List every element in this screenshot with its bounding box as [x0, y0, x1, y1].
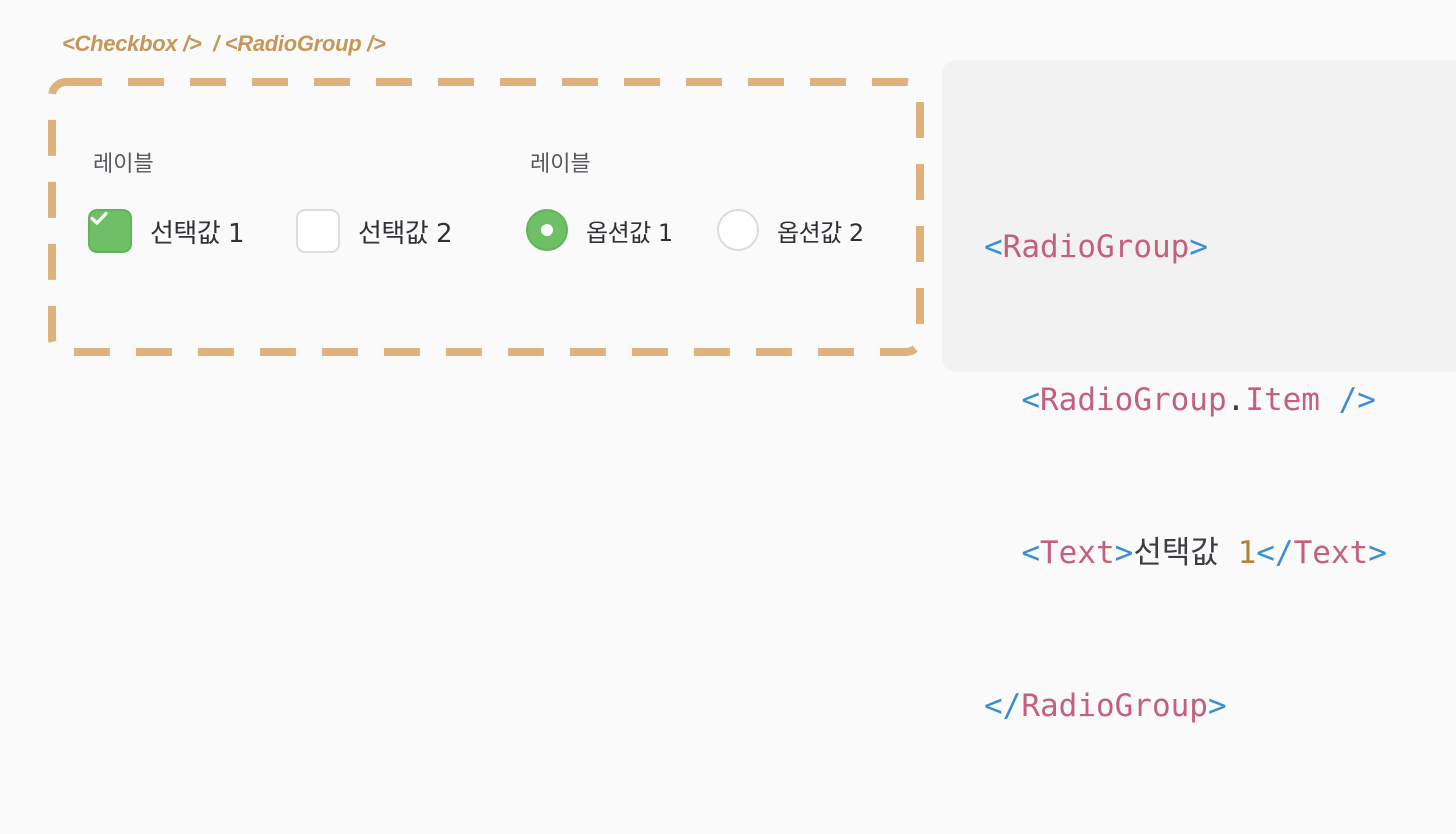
check-icon: [90, 211, 108, 225]
code-number: 1: [1237, 535, 1257, 571]
radio-dot-icon: [541, 224, 553, 236]
code-punct: <: [984, 229, 1003, 265]
radio-option-1-label: 옵션값 1: [586, 218, 673, 247]
code-line-4: </RadioGroup>: [984, 681, 1387, 732]
code-punct: </: [1256, 535, 1294, 571]
code-punct: />: [1319, 382, 1376, 418]
code-tag: Text: [1040, 535, 1115, 571]
code-snippet: <RadioGroup> <RadioGroup.Item /> <Text>선…: [984, 120, 1387, 834]
radio-group-label: 레이블: [530, 152, 591, 177]
code-punct: <: [1021, 535, 1040, 571]
checkbox-option-1[interactable]: 선택값 1: [88, 209, 245, 253]
code-punct: >: [1368, 535, 1387, 571]
radio-option-1[interactable]: 옵션값 1: [526, 209, 673, 251]
code-punct: >: [1114, 535, 1134, 571]
code-tag: RadioGroup: [1021, 688, 1208, 724]
code-tag: RadioGroup: [1002, 229, 1190, 265]
code-line-1: <RadioGroup>: [984, 222, 1387, 273]
code-punct: <: [1021, 382, 1040, 418]
code-line-2: <RadioGroup.Item />: [984, 375, 1387, 426]
checkbox-option-1-label: 선택값 1: [150, 218, 245, 249]
checkbox-group-label: 레이블: [93, 152, 154, 177]
code-punct: >: [1189, 229, 1208, 265]
radio-selected[interactable]: [526, 209, 568, 251]
code-punct: </: [984, 688, 1022, 724]
radio-unselected[interactable]: [717, 209, 759, 251]
code-dot: .: [1226, 382, 1246, 418]
code-punct: >: [1207, 688, 1227, 724]
radio-option-2-label: 옵션값 2: [777, 218, 864, 247]
checkbox-unchecked[interactable]: [296, 209, 340, 253]
code-line-3: <Text>선택값 1</Text>: [984, 528, 1387, 579]
code-tag: Text: [1293, 535, 1369, 571]
code-panel: <RadioGroup> <RadioGroup.Item /> <Text>선…: [942, 60, 1456, 724]
code-member: Item: [1245, 382, 1320, 418]
code-tag: RadioGroup: [1040, 382, 1227, 418]
checkbox-option-2[interactable]: 선택값 2: [296, 209, 453, 253]
checkbox-option-2-label: 선택값 2: [358, 218, 453, 249]
checkbox-checked[interactable]: [88, 209, 132, 253]
radio-option-2[interactable]: 옵션값 2: [717, 209, 864, 251]
component-frame: 레이블 선택값 1 선택값 2 레이블 옵션값 1 옵션값 2: [40, 64, 940, 370]
component-caption: <Checkbox /> / <RadioGroup />: [62, 31, 386, 56]
code-text: 선택값: [1133, 535, 1238, 571]
